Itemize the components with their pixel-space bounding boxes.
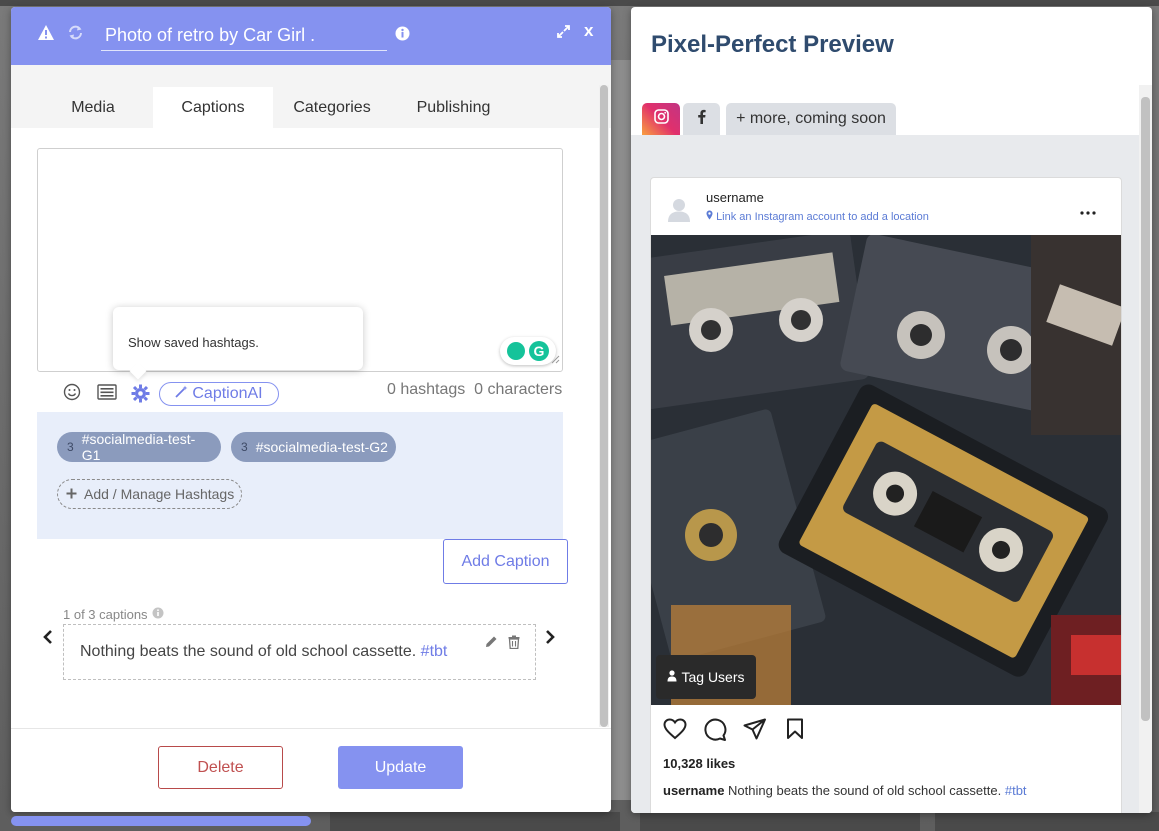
post-caption: username Nothing beats the sound of old …	[663, 783, 1027, 798]
caption-index: 1 of 3 captions	[63, 607, 164, 622]
likes-count: 10,328 likes	[663, 756, 736, 771]
grammarly-bulb-icon[interactable]	[507, 342, 525, 360]
warning-icon[interactable]	[37, 24, 55, 46]
add-manage-hashtags-label: Add / Manage Hashtags	[84, 486, 235, 502]
tab-instagram[interactable]	[642, 103, 680, 135]
avatar-icon	[665, 195, 693, 223]
preview-scroll-thumb[interactable]	[1141, 97, 1150, 721]
saved-caption-text: Nothing beats the sound of old school ca…	[80, 643, 417, 660]
add-caption-button[interactable]: Add Caption	[443, 539, 568, 584]
post-title-input[interactable]	[101, 21, 387, 51]
sync-icon[interactable]	[67, 24, 84, 46]
grammarly-logo-icon[interactable]: G	[529, 341, 549, 361]
info-icon[interactable]	[152, 607, 164, 622]
caption-text: Nothing beats the sound of old school ca…	[728, 783, 1002, 798]
hashtag-group-g1[interactable]: 3 #socialmedia-test-G1	[57, 431, 221, 463]
template-list-icon[interactable]	[97, 383, 117, 406]
caption-counts: 0 hashtags 0 characters	[387, 381, 562, 399]
tag-users-label: Tag Users	[681, 669, 745, 685]
modal-header: x	[11, 7, 611, 65]
location-link[interactable]: Link an Instagram account to add a locat…	[706, 210, 929, 223]
more-dots-icon[interactable]	[1080, 202, 1096, 220]
chevron-left-icon[interactable]	[42, 629, 53, 650]
emoji-icon[interactable]	[63, 383, 81, 406]
edit-post-modal: x Media Captions Categories Publishing G…	[11, 7, 611, 812]
expand-icon[interactable]	[556, 24, 571, 44]
settings-gear-icon[interactable]	[131, 384, 150, 408]
bookmark-icon[interactable]	[786, 718, 804, 745]
heart-icon[interactable]	[663, 718, 687, 745]
tab-more-coming-soon[interactable]: + more, coming soon	[726, 103, 896, 135]
grammarly-widget[interactable]: G	[500, 337, 556, 365]
instagram-post-card: username Link an Instagram account to ad…	[650, 177, 1122, 813]
hashtag-groups-panel: 3 #socialmedia-test-G1 3 #socialmedia-te…	[37, 412, 563, 539]
saved-caption-hashtag[interactable]: #tbt	[421, 643, 448, 660]
add-manage-hashtags-button[interactable]: Add / Manage Hashtags	[57, 479, 242, 509]
modal-scrollbar[interactable]	[599, 85, 609, 727]
location-hint: Link an Instagram account to add a locat…	[716, 211, 929, 223]
update-button[interactable]: Update	[338, 746, 463, 789]
modal-tabs: Media Captions Categories Publishing	[11, 65, 611, 128]
trash-icon[interactable]	[508, 635, 520, 654]
tab-publishing[interactable]: Publishing	[396, 87, 511, 128]
tab-categories[interactable]: Categories	[277, 87, 387, 128]
magic-wand-icon	[175, 385, 188, 403]
hashtag-group-count: 3	[241, 440, 248, 454]
chevron-right-icon[interactable]	[545, 629, 556, 650]
caption-index-label: 1 of 3 captions	[63, 607, 148, 622]
caption-username[interactable]: username	[663, 783, 724, 798]
post-photo: Tag Users	[651, 235, 1121, 705]
hashtag-group-label: #socialmedia-test-G2	[255, 439, 388, 455]
tab-media[interactable]: Media	[38, 87, 148, 128]
hashtag-group-label: #socialmedia-test-G1	[81, 431, 196, 463]
instagram-icon	[653, 109, 669, 129]
modal-scroll-thumb[interactable]	[600, 85, 608, 727]
character-count: 0 characters	[474, 381, 563, 398]
modal-footer: Delete Update	[11, 728, 611, 812]
tag-users-button[interactable]: Tag Users	[656, 655, 756, 699]
tab-captions[interactable]: Captions	[153, 87, 273, 128]
saved-hashtags-tooltip: Show saved hashtags.	[113, 307, 363, 370]
saved-caption-card[interactable]: Nothing beats the sound of old school ca…	[63, 624, 536, 680]
preview-scrollbar[interactable]	[1139, 85, 1152, 813]
caption-ai-button[interactable]: CaptionAI	[159, 382, 279, 406]
resize-grip-icon[interactable]	[551, 351, 560, 369]
pencil-icon[interactable]	[484, 635, 498, 654]
plus-icon	[66, 486, 77, 502]
delete-button[interactable]: Delete	[158, 746, 283, 789]
background-progress-bar	[11, 816, 311, 826]
caption-hashtag[interactable]: #tbt	[1005, 783, 1027, 798]
caption-ai-label: CaptionAI	[192, 385, 263, 402]
map-pin-icon	[706, 210, 716, 223]
close-icon[interactable]: x	[584, 21, 593, 41]
preview-title: Pixel-Perfect Preview	[651, 31, 894, 58]
hashtag-group-g2[interactable]: 3 #socialmedia-test-G2	[231, 432, 396, 462]
post-username[interactable]: username	[706, 190, 764, 205]
hashtag-group-count: 3	[67, 440, 74, 454]
comment-icon[interactable]	[703, 718, 727, 747]
pixel-perfect-preview-panel: Pixel-Perfect Preview + more, coming soo…	[631, 7, 1152, 813]
info-icon[interactable]	[395, 26, 410, 46]
tab-facebook[interactable]	[683, 103, 720, 135]
hashtag-count: 0 hashtags	[387, 381, 466, 398]
user-icon	[667, 669, 677, 685]
share-icon[interactable]	[743, 718, 767, 745]
cassette-photo-illustration	[651, 235, 1121, 705]
facebook-icon	[697, 109, 706, 129]
